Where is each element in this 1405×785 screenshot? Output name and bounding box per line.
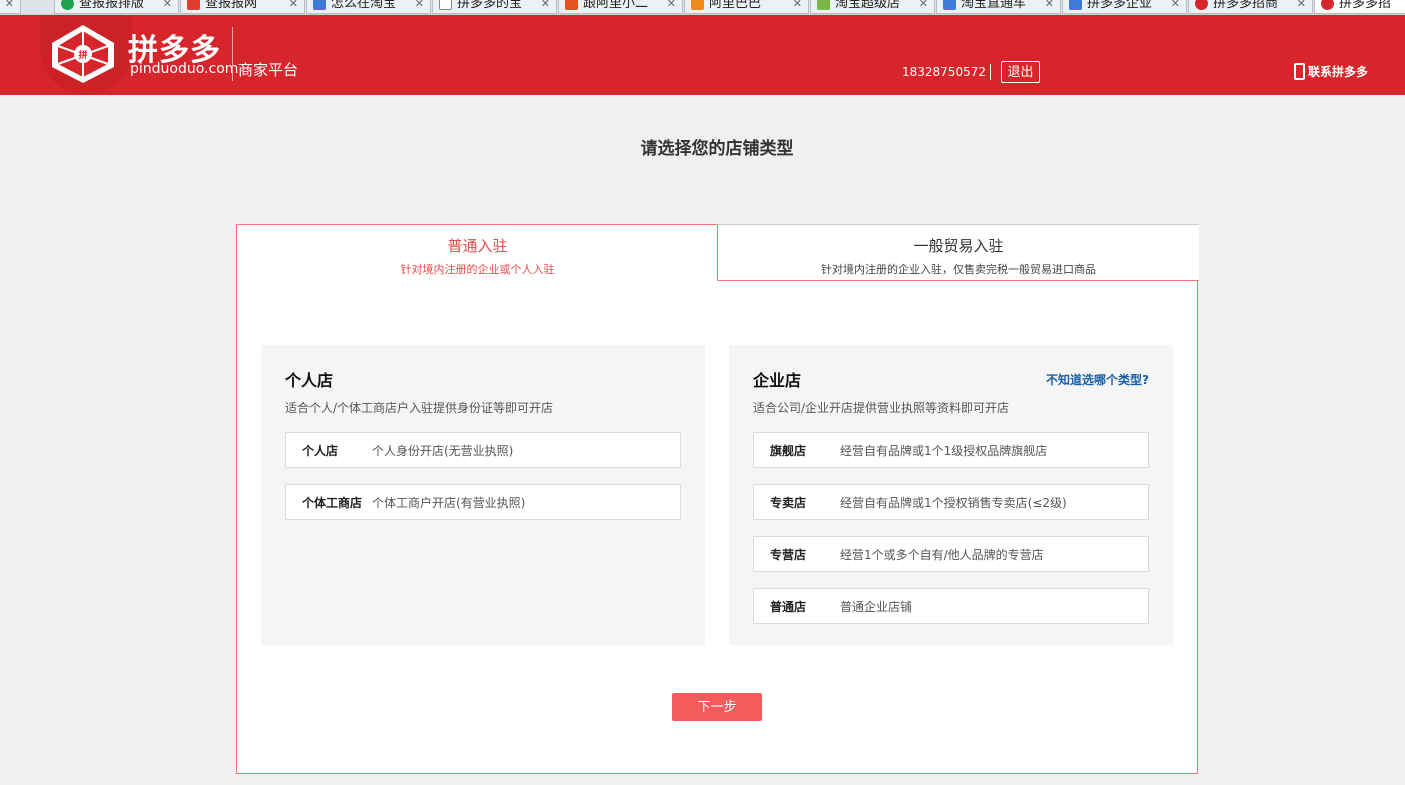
option-description: 个人身份开店(无营业执照) [372,443,514,458]
tab-subtitle: 针对境内注册的企业入驻，仅售卖完税一般贸易进口商品 [821,263,1096,276]
option-name: 旗舰店 [770,443,807,458]
next-step-button[interactable]: 下一步 [672,693,762,721]
mobile-phone-icon [1294,63,1305,80]
tab-normal-entry[interactable]: 普通入驻 针对境内注册的企业或个人入驻 [237,225,718,281]
site-header: 拼 拼多多 pinduoduo.com 商家平台 18328750572 退出 … [0,15,1405,95]
favicon-icon [943,0,956,10]
browser-tab-label: 跟阿里小二 [583,0,649,11]
close-icon[interactable]: ✕ [1045,0,1054,13]
store-type-help-link[interactable]: 不知道选哪个类型? [1046,371,1149,388]
page-icon [439,0,452,10]
enterprise-store-card: 企业店 不知道选哪个类型? 适合公司/企业开店提供营业执照等资料即可开店 旗舰店… [729,345,1173,645]
option-description: 经营自有品牌或1个1级授权品牌旗舰店 [840,443,1048,458]
favicon-icon [313,0,326,10]
browser-tab-label: 查报报网 [205,0,258,11]
favicon-icon [1321,0,1334,10]
browser-tab-label: 拼多多招 [1339,0,1392,11]
option-name: 个人店 [302,443,339,458]
platform-label: 商家平台 [238,61,299,79]
personal-store-card: 个人店 适合个人/个体工商店户入驻提供身份证等即可开店 个人店 个人身份开店(无… [261,345,705,645]
close-icon[interactable]: ✕ [919,0,928,13]
close-icon[interactable]: ✕ [1171,0,1180,13]
browser-tab[interactable]: 阿里巴巴 ✕ [684,0,809,14]
store-option-exclusive[interactable]: 专卖店 经营自有品牌或1个授权销售专卖店(≤2级) [753,484,1149,520]
close-icon[interactable]: ✕ [163,0,172,13]
svg-text:拼: 拼 [78,49,87,61]
option-name: 个体工商店 [302,495,363,510]
option-name: 普通店 [770,599,807,614]
browser-tab[interactable]: 拼多多的宝 ✕ [432,0,557,14]
browser-tab-label: 淘宝超级店 [835,0,901,11]
header-divider [990,64,991,80]
browser-tab-label: 阿里巴巴 [709,0,762,11]
browser-tab-label: 淘宝直通车 [961,0,1027,11]
browser-tab[interactable]: 淘宝直通车 ✕ [936,0,1061,14]
favicon-icon [1069,0,1082,10]
store-option-specialty[interactable]: 专营店 经营1个或多个自有/他人品牌的专营店 [753,536,1149,572]
tab-subtitle: 针对境内注册的企业或个人入驻 [400,263,555,276]
close-icon[interactable]: ✕ [289,0,298,13]
close-icon[interactable]: ✕ [1297,0,1306,13]
browser-tab-label: 拼多多企业 [1087,0,1153,11]
browser-tab-label: 拼多多招商 [1213,0,1279,11]
favicon-icon [61,0,74,10]
brand-domain: pinduoduo.com [130,61,239,77]
browser-tab[interactable]: 拼多多招商 ✕ [1188,0,1313,14]
page-title: 请选择您的店铺类型 [640,139,794,159]
close-icon[interactable]: ✕ [793,0,802,13]
browser-tab[interactable]: 拿 ✕ [0,0,21,14]
close-icon[interactable]: ✕ [5,0,14,13]
browser-tab-label: 怎么在淘宝 [331,0,397,11]
browser-tab-active[interactable]: 拼多多招 [1314,0,1405,14]
tab-title: 普通入驻 [447,237,508,255]
store-option-general[interactable]: 普通店 普通企业店铺 [753,588,1149,624]
option-description: 普通企业店铺 [840,599,913,614]
browser-tab[interactable]: 查报报网 ✕ [180,0,305,14]
browser-tab[interactable]: 跟阿里小二 ✕ [558,0,683,14]
account-phone: 18328750572 [902,65,986,79]
browser-tab[interactable]: 拼多多企业 ✕ [1062,0,1187,14]
tab-title: 一般贸易入驻 [913,237,1004,255]
option-description: 个体工商户开店(有营业执照) [372,495,526,510]
browser-tab-label: 查报报排版 [79,0,145,11]
card-description: 适合个人/个体工商店户入驻提供身份证等即可开店 [285,401,554,415]
browser-tab[interactable]: 怎么在淘宝 ✕ [306,0,431,14]
store-option-personal[interactable]: 个人店 个人身份开店(无营业执照) [285,432,681,468]
close-icon[interactable]: ✕ [667,0,676,13]
logo-divider [232,27,233,81]
browser-tab-label: 拼多多的宝 [457,0,523,11]
store-type-panel: 普通入驻 针对境内注册的企业或个人入驻 一般贸易入驻 针对境内注册的企业入驻，仅… [236,224,1199,774]
favicon-icon [565,0,578,10]
tab-general-trade-entry[interactable]: 一般贸易入驻 针对境内注册的企业入驻，仅售卖完税一般贸易进口商品 [717,224,1199,281]
option-description: 经营自有品牌或1个授权销售专卖店(≤2级) [840,495,1067,510]
store-option-individual-business[interactable]: 个体工商店 个体工商户开店(有营业执照) [285,484,681,520]
favicon-icon [187,0,200,10]
card-description: 适合公司/企业开店提供营业执照等资料即可开店 [753,401,1010,415]
store-option-flagship[interactable]: 旗舰店 经营自有品牌或1个1级授权品牌旗舰店 [753,432,1149,468]
contact-label: 联系拼多多 [1308,65,1369,79]
browser-tab[interactable]: 淘宝超级店 ✕ [810,0,935,14]
pinduoduo-logo-icon[interactable]: 拼 [48,23,118,85]
browser-tab-strip: 拿 ✕ 查报报排版 ✕ 查报报网 ✕ 怎么在淘宝 ✕ 拼多多的宝 ✕ 跟阿里小二… [0,0,1405,15]
option-name: 专营店 [770,547,807,562]
favicon-icon [817,0,830,10]
close-icon[interactable]: ✕ [541,0,550,13]
card-title: 个人店 [285,371,334,390]
contact-link[interactable]: 联系拼多多 [1294,63,1368,81]
logout-button[interactable]: 退出 [1001,61,1040,83]
favicon-icon [691,0,704,10]
favicon-icon [1195,0,1208,10]
browser-tab[interactable]: 查报报排版 ✕ [54,0,179,14]
close-icon[interactable]: ✕ [415,0,424,13]
option-description: 经营1个或多个自有/他人品牌的专营店 [840,547,1044,562]
option-name: 专卖店 [770,495,807,510]
